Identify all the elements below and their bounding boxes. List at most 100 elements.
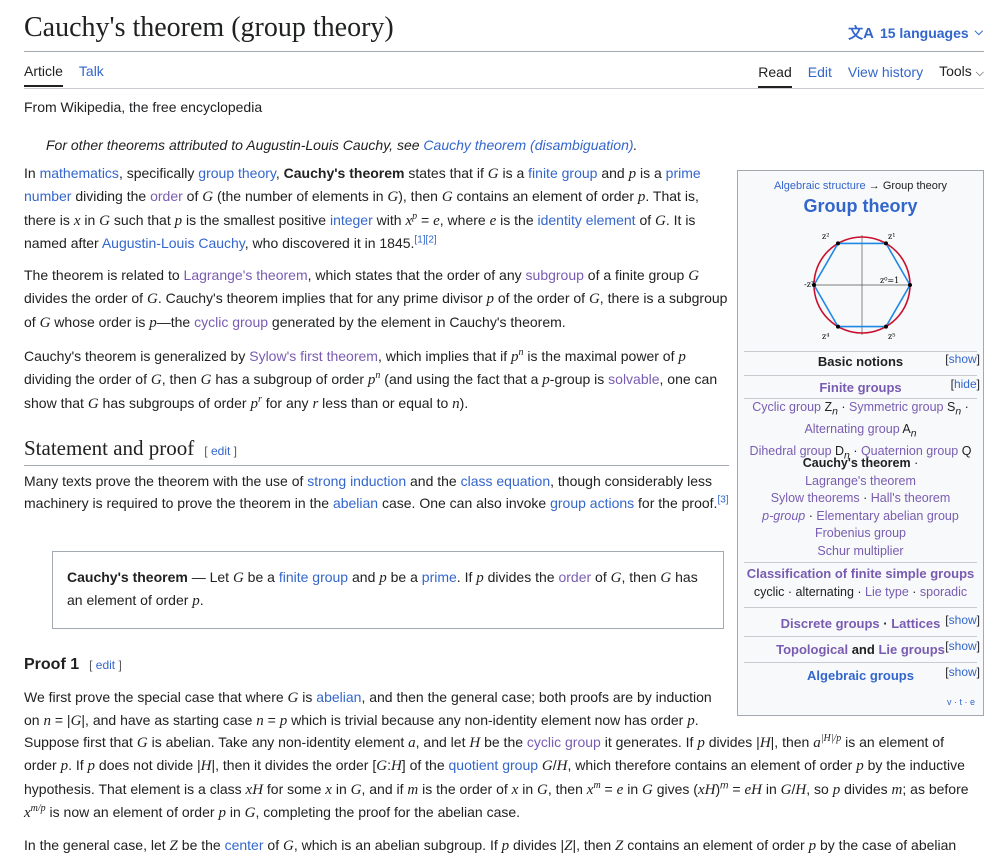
nav-sporadic[interactable]: sporadic <box>920 585 967 599</box>
link-solvable[interactable]: solvable <box>608 371 659 387</box>
show-link[interactable]: show <box>949 613 977 627</box>
namespace-tabs: Article Talk <box>24 63 104 87</box>
link-order[interactable]: order <box>150 188 183 204</box>
language-button[interactable]: 文A 15 languages ⌵ <box>848 22 983 43</box>
link-cauchy[interactable]: Augustin-Louis Cauchy <box>102 235 245 251</box>
statement-paragraph: Many texts prove the theorem with the us… <box>24 473 729 512</box>
thm-text: , then <box>621 569 661 585</box>
nav-elementary-abelian[interactable]: Elementary abelian group <box>816 509 958 523</box>
vertex-label: z⁵ <box>888 332 895 341</box>
vertex <box>836 241 840 246</box>
vertex <box>884 241 888 246</box>
link-abelian-2[interactable]: abelian <box>316 689 361 705</box>
navbox-divider <box>744 375 977 376</box>
navbox-title[interactable]: Group theory <box>738 196 983 217</box>
tab-edit[interactable]: Edit <box>808 64 832 88</box>
nav-lagrange[interactable]: Lagrange's theorem <box>805 474 916 488</box>
link-group-theory[interactable]: group theory <box>198 165 276 181</box>
link-abelian[interactable]: abelian <box>333 495 378 511</box>
tools-menu[interactable]: Tools ⌵ <box>939 63 984 88</box>
navbox-divider <box>744 562 977 563</box>
show-link[interactable]: show <box>949 665 977 679</box>
section-edit: [ edit ] <box>204 444 237 458</box>
tools-label: Tools <box>939 63 972 79</box>
link-center[interactable]: center <box>225 837 264 853</box>
sidebar-navbox: Algebraic structure → Group theory Group… <box>737 170 984 716</box>
nav-schur[interactable]: Schur multiplier <box>817 544 903 558</box>
algebraic-groups-link[interactable]: Algebraic groups <box>807 668 914 683</box>
topological-link[interactable]: Topological <box>776 642 848 657</box>
show-link[interactable]: show <box>949 639 977 653</box>
ref-1-2[interactable]: [1][2] <box>414 234 436 245</box>
discrete-link[interactable]: Discrete groups <box>781 616 880 631</box>
ref-3[interactable]: [3] <box>717 495 728 506</box>
thm-link-prime[interactable]: prime <box>422 569 457 585</box>
navbox-divider <box>744 662 977 663</box>
vertex-label: -z³ <box>804 280 814 289</box>
hide-link[interactable]: hide <box>954 377 977 391</box>
finite-groups-link[interactable]: Finite groups <box>819 380 901 395</box>
edit-link[interactable]: edit <box>211 444 230 458</box>
link-quotient-group[interactable]: quotient group <box>449 757 539 773</box>
section-title: Proof 1 <box>24 656 80 673</box>
link-sylow-first[interactable]: Sylow's first theorem <box>249 348 378 364</box>
navbox-topological[interactable]: Topological and Lie groups <box>744 642 977 657</box>
toggle-topological[interactable]: [show] <box>945 639 980 653</box>
navbox-algebraic[interactable]: Algebraic groups <box>744 668 977 683</box>
nav-sylow[interactable]: Sylow theorems <box>771 491 860 505</box>
toggle-finite[interactable]: [hide] <box>951 377 980 391</box>
link-class-equation[interactable]: class equation <box>461 473 551 489</box>
vertex-label: z⁰=1 <box>880 276 899 285</box>
link-cyclic-group[interactable]: cyclic group <box>194 314 268 330</box>
navbox-finite-groups[interactable]: Finite groups <box>744 380 977 395</box>
navbox-breadcrumb: Algebraic structure → Group theory <box>738 180 983 192</box>
link-cyclic-group-2[interactable]: cyclic group <box>527 734 601 750</box>
link-group-actions[interactable]: group actions <box>550 495 634 511</box>
link-lagrange[interactable]: Lagrange's theorem <box>184 267 308 283</box>
nav-alternating-group[interactable]: Alternating group <box>804 422 899 436</box>
nav-p-group[interactable]: p-group <box>762 509 805 523</box>
theorems-list: Cauchy's theorem · Lagrange's theorem Sy… <box>762 456 959 558</box>
hatnote-suffix: . <box>633 137 638 153</box>
hatnote-link[interactable]: Cauchy theorem (disambiguation) <box>423 137 633 153</box>
tab-talk[interactable]: Talk <box>79 63 104 87</box>
nav-symmetric-group[interactable]: Symmetric group <box>849 400 943 414</box>
thm-link-finite-group[interactable]: finite group <box>279 569 348 585</box>
navbox-discrete[interactable]: Discrete groups · Lattices <box>744 616 977 631</box>
intro-paragraph-2: The theorem is related to Lagrange's the… <box>24 267 728 331</box>
link-mathematics[interactable]: mathematics <box>40 165 119 181</box>
lie-groups-link[interactable]: Lie groups <box>878 642 944 657</box>
vertex-label: z⁴ <box>822 332 829 341</box>
link-strong-induction[interactable]: strong induction <box>307 473 406 489</box>
navbox-classification[interactable]: Classification of finite simple groups <box>744 566 977 581</box>
thm-link-order[interactable]: order <box>558 569 591 585</box>
classification-link[interactable]: Classification of finite simple groups <box>747 566 975 581</box>
tab-read[interactable]: Read <box>758 64 792 88</box>
language-label: 15 languages <box>879 24 969 41</box>
edit-link[interactable]: edit <box>96 658 115 672</box>
nav-lie-type[interactable]: Lie type <box>865 585 909 599</box>
cls-alternating: alternating <box>795 585 854 599</box>
toggle-basic[interactable]: [show] <box>945 352 980 366</box>
link-finite-group[interactable]: finite group <box>528 165 597 181</box>
navbox-basic-notions[interactable]: Basic notions <box>744 354 977 369</box>
nav-cyclic-group[interactable]: Cyclic group <box>752 400 821 414</box>
crumb-current: Group theory <box>882 180 948 192</box>
crumb-link[interactable]: Algebraic structure <box>774 180 866 192</box>
thm-text: be a <box>386 569 422 585</box>
show-link[interactable]: show <box>949 352 977 366</box>
link-identity-element[interactable]: identity element <box>538 212 636 228</box>
link-subgroup[interactable]: subgroup <box>526 267 584 283</box>
toggle-discrete[interactable]: [show] <box>945 613 980 627</box>
thm-text: divides the <box>483 569 559 585</box>
thm-text: — Let <box>187 569 233 585</box>
toggle-algebraic[interactable]: [show] <box>945 665 980 679</box>
tab-view-history[interactable]: View history <box>848 64 923 88</box>
link-integer[interactable]: integer <box>330 212 373 228</box>
hexagon-roots-diagram: z² z¹ z⁰=1 z⁵ z⁴ -z³ <box>804 232 912 341</box>
nav-hall[interactable]: Hall's theorem <box>871 491 951 505</box>
tab-article[interactable]: Article <box>24 63 63 87</box>
lattices-link[interactable]: Lattices <box>891 616 940 631</box>
navbox-vte[interactable]: v · t · e <box>947 697 975 707</box>
nav-frobenius[interactable]: Frobenius group <box>815 526 906 540</box>
